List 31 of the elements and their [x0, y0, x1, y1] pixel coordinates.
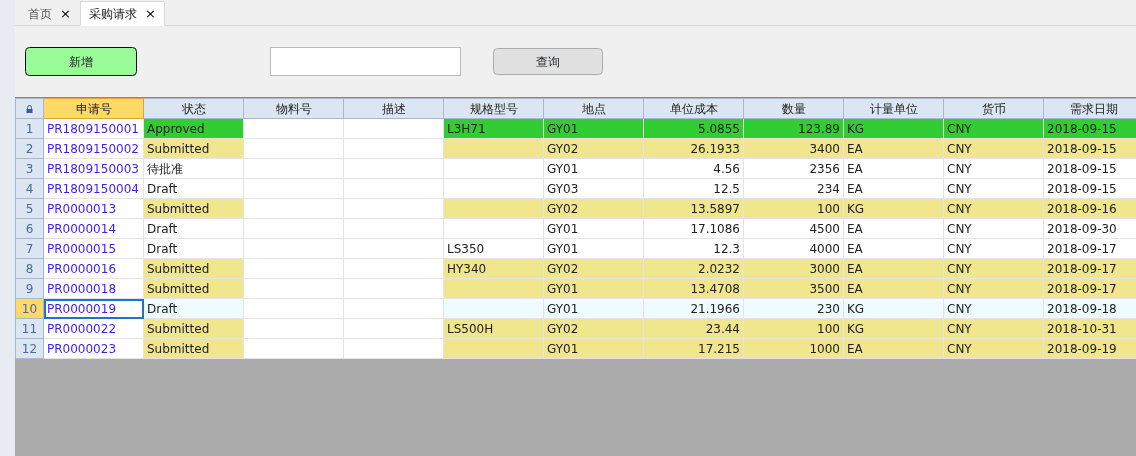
- close-icon[interactable]: ×: [144, 3, 156, 24]
- search-field[interactable]: [270, 47, 461, 76]
- row-number[interactable]: 1: [15, 118, 44, 139]
- tab[interactable]: 首页 ×: [19, 2, 80, 25]
- row-number[interactable]: 11: [15, 318, 44, 339]
- column-header[interactable]: 申请号: [43, 98, 144, 119]
- close-icon[interactable]: ×: [60, 3, 71, 24]
- row-number[interactable]: 4: [15, 178, 44, 199]
- tab[interactable]: 采购请求 ×: [79, 1, 165, 26]
- row-number[interactable]: 5: [15, 198, 44, 219]
- row-number[interactable]: 7: [15, 238, 44, 259]
- row-number[interactable]: 12: [15, 338, 44, 359]
- add-button[interactable]: 新增: [25, 47, 137, 76]
- column-header[interactable]: 货币: [943, 98, 1044, 119]
- column-header[interactable]: 数量: [743, 98, 844, 119]
- row-number[interactable]: 10: [15, 298, 44, 319]
- column-header[interactable]: 需求日期: [1043, 98, 1136, 119]
- query-button[interactable]: 查询: [493, 48, 603, 75]
- row-number[interactable]: 8: [15, 258, 44, 279]
- column-header[interactable]: 物料号: [243, 98, 344, 119]
- row-number[interactable]: 6: [15, 218, 44, 239]
- lock-icon: [26, 105, 33, 113]
- row-number[interactable]: 3: [15, 158, 44, 179]
- column-header[interactable]: 地点: [543, 98, 644, 119]
- column-header[interactable]: 规格型号: [443, 98, 544, 119]
- column-header[interactable]: 状态: [143, 98, 244, 119]
- column-header[interactable]: 描述: [343, 98, 444, 119]
- column-header[interactable]: 计量单位: [843, 98, 944, 119]
- row-number[interactable]: 2: [15, 138, 44, 159]
- row-number[interactable]: 9: [15, 278, 44, 299]
- column-header[interactable]: 单位成本: [643, 98, 744, 119]
